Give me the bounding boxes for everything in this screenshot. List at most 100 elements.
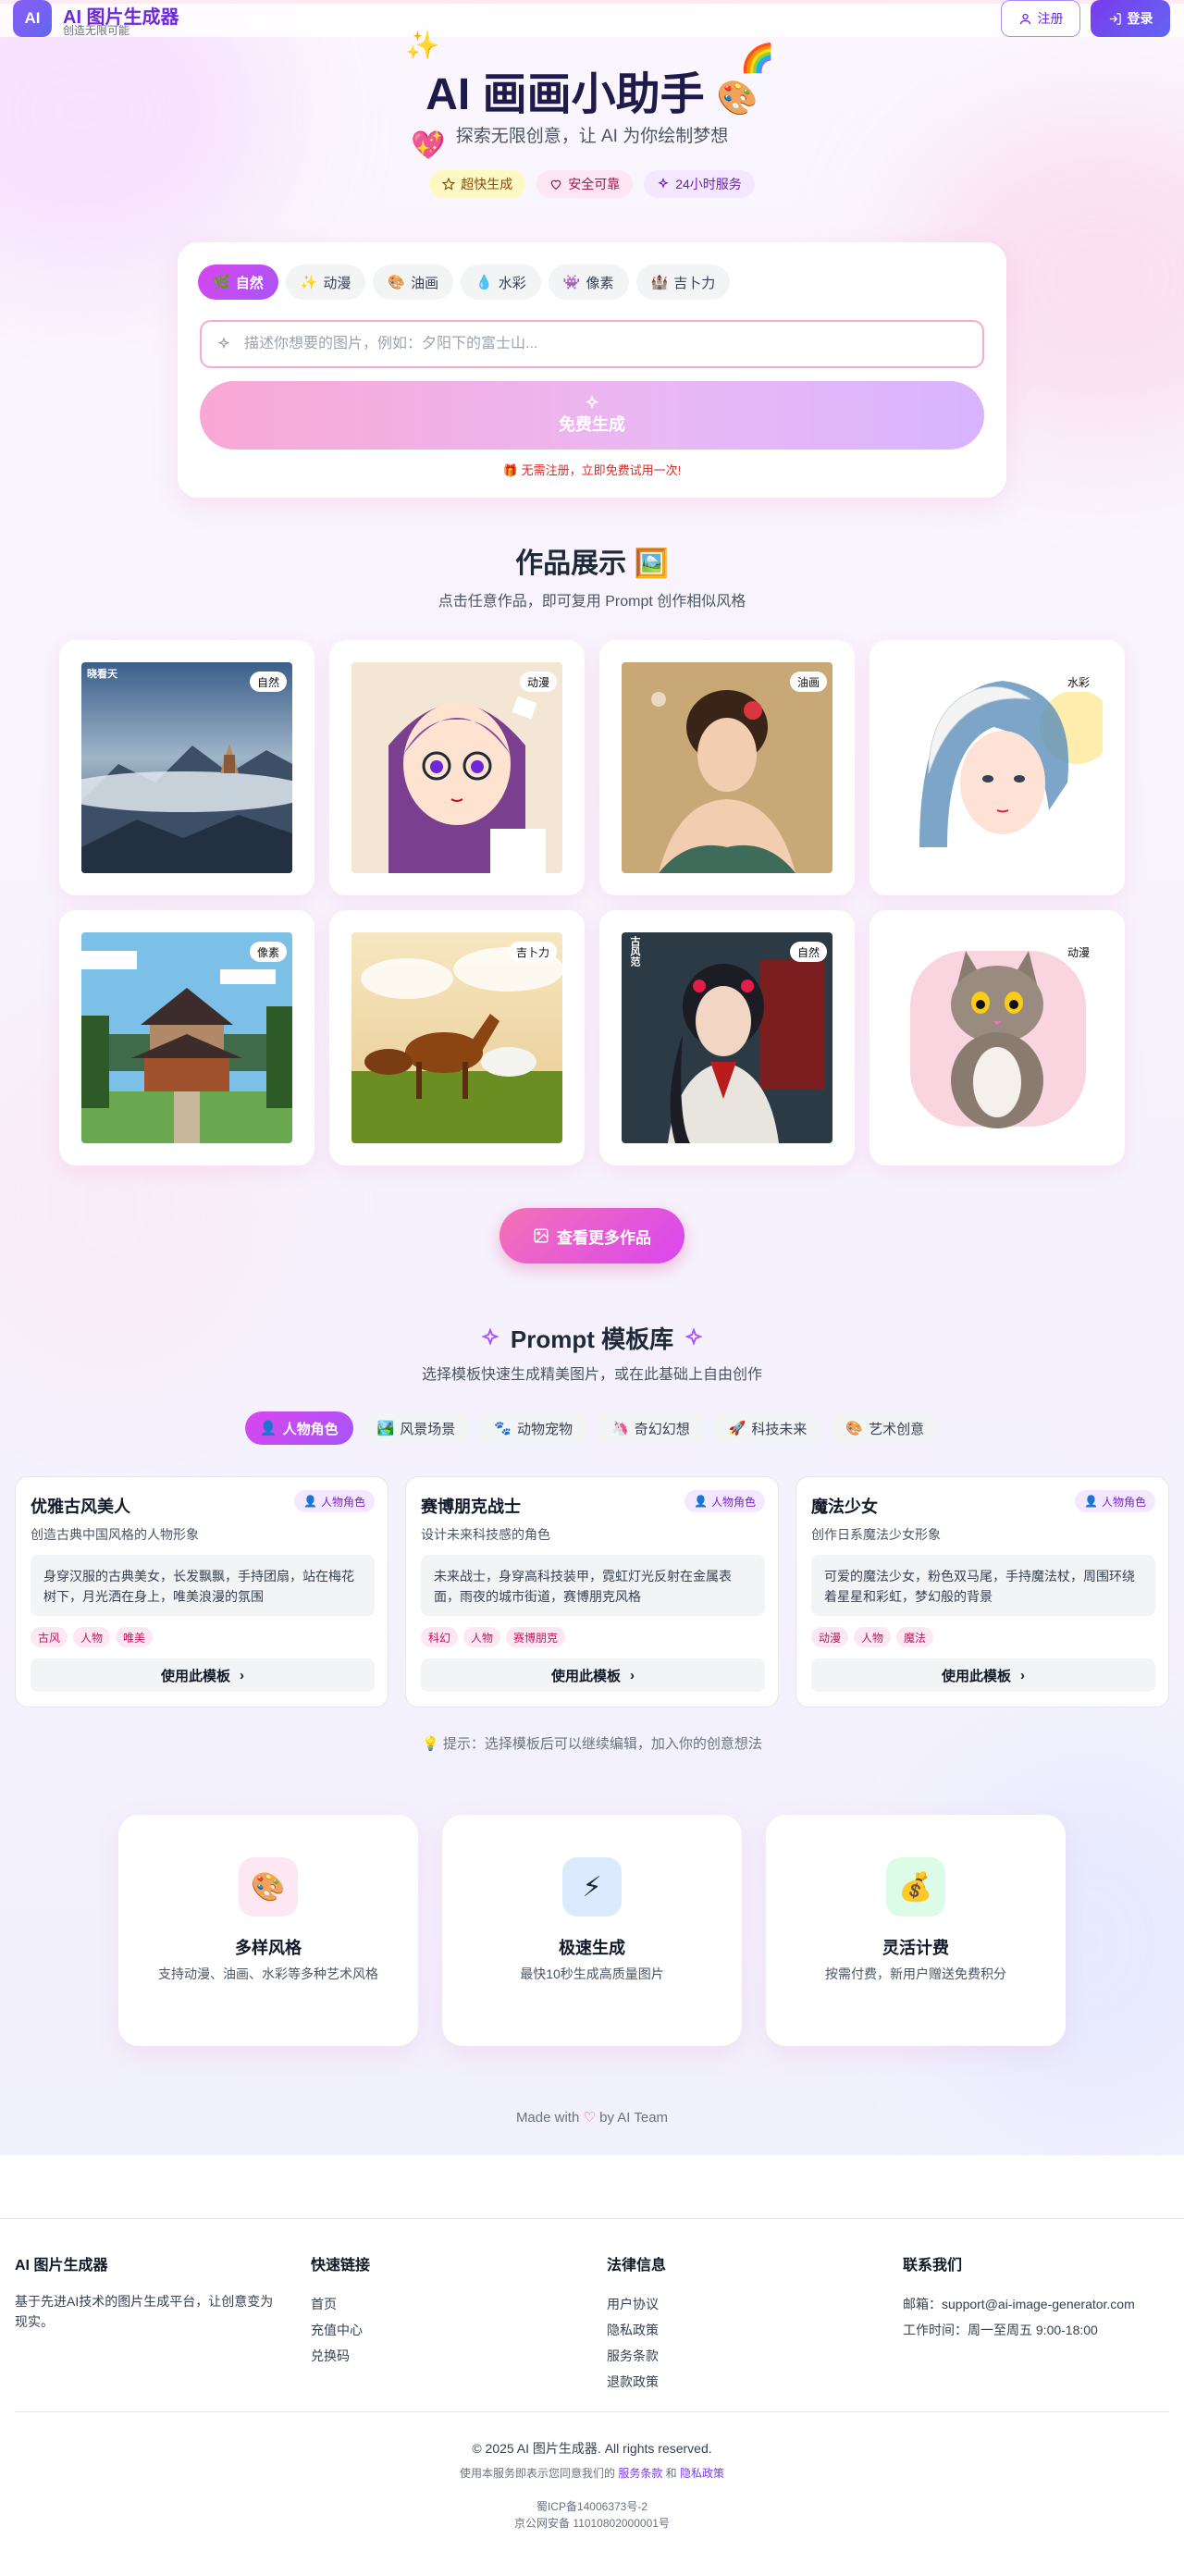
feature-desc: 按需付费，新用户赠送免费积分	[825, 1966, 1006, 1981]
template-tag: 科幻	[421, 1627, 459, 1647]
gallery-item[interactable]: 古风范 自然	[599, 910, 855, 1165]
template-tag: 人物	[463, 1627, 501, 1647]
use-template-button[interactable]: 使用此模板 ›	[811, 1658, 1155, 1692]
login-icon	[1109, 12, 1121, 25]
prompt-box	[200, 320, 984, 368]
style-tag: 吉卜力	[508, 942, 557, 962]
style-natural[interactable]: 🌿 自然	[198, 265, 278, 300]
style-tag: 油画	[789, 672, 827, 692]
footer-quick-title: 快速链接	[311, 2258, 371, 2274]
hero-subtitle: 探索无限创意，让 AI 为你绘制梦想	[455, 127, 729, 146]
gallery-item[interactable]: 油画	[599, 640, 855, 895]
use-template-button[interactable]: 使用此模板 ›	[31, 1658, 375, 1692]
image-icon	[534, 1228, 549, 1243]
police-record[interactable]: 京公网安备 11010802000001号	[0, 2515, 1184, 2531]
template-tags: 古风 人物 唯美	[31, 1627, 154, 1647]
made-with-note: Made with ♡ by AI Team	[515, 2110, 669, 2126]
footer-link-agreement[interactable]: 用户协议	[607, 2291, 666, 2317]
use-template-button[interactable]: 使用此模板 ›	[421, 1658, 765, 1692]
category-scifi[interactable]: 🚀 科技未来	[713, 1411, 822, 1445]
template-tag: 唯美	[116, 1627, 154, 1647]
footer-link-home[interactable]: 首页	[311, 2291, 370, 2317]
feature-card: ⚡ 极速生成 最快10秒生成高质量图片	[442, 1815, 742, 2046]
template-prompt: 未来战士，身穿高科技装甲，霓虹灯光反射在金属表面，雨夜的城市街道，赛博朋克风格	[421, 1555, 765, 1616]
privacy-link[interactable]: 隐私政策	[680, 2467, 724, 2480]
castle-icon: 🏰	[650, 275, 669, 290]
gallery-item[interactable]: 像素	[59, 910, 314, 1165]
template-tags: 科幻 人物 赛博朋克	[421, 1627, 566, 1647]
footer-about-desc: 基于先进AI技术的图片生成平台，让创意变为现实。	[15, 2294, 274, 2329]
category-art[interactable]: 🎨 艺术创意	[831, 1411, 940, 1445]
template-desc: 创造古典中国风格的人物形象	[31, 1527, 199, 1542]
prompt-input[interactable]	[244, 336, 982, 352]
template-tag: 动漫	[811, 1627, 849, 1647]
template-tag: 人物	[854, 1627, 892, 1647]
register-label: 注册	[1037, 11, 1064, 26]
heart-icon	[550, 179, 561, 190]
person-icon: 👤	[1084, 1495, 1098, 1508]
gallery-item[interactable]: 晓看天 自然	[59, 640, 314, 895]
icp-record[interactable]: 蜀ICP备14006373号-2	[0, 2498, 1184, 2514]
logo[interactable]: AI	[13, 0, 52, 37]
money-bag-icon: 💰	[886, 1857, 945, 1917]
footer-link-recharge[interactable]: 充值中心	[311, 2317, 370, 2343]
templates-title: Prompt 模板库	[0, 1321, 1184, 1355]
footer-about-title: AI 图片生成器	[15, 2258, 108, 2274]
generator-card: 🌿自然 ✨动漫 🎨油画 💧水彩 👾像素 🏰吉卜力 免费生成 🎁 无需注册，立即免…	[178, 242, 1006, 498]
lightning-icon: ⚡	[562, 1857, 622, 1917]
category-fantasy[interactable]: 🦄 奇幻幻想	[597, 1411, 705, 1445]
footer-link-privacy[interactable]: 隐私政策	[607, 2317, 666, 2343]
footer-link-terms[interactable]: 服务条款	[607, 2343, 666, 2369]
artwork-stamp: 古风范	[629, 936, 640, 967]
footer-email[interactable]: 邮箱：support@ai-image-generator.com	[903, 2291, 1135, 2317]
generate-button[interactable]: 免费生成	[200, 381, 984, 450]
category-people[interactable]: 👤 人物角色	[244, 1411, 353, 1445]
star-icon	[442, 178, 456, 191]
terms-link[interactable]: 服务条款	[618, 2467, 662, 2480]
feature-desc: 支持动漫、油画、水彩等多种艺术风格	[158, 1966, 378, 1981]
template-desc: 设计未来科技感的角色	[421, 1527, 550, 1542]
gallery-item[interactable]: 水彩	[870, 640, 1125, 895]
register-button[interactable]: 注册	[1001, 0, 1080, 37]
style-pixel[interactable]: 👾 像素	[548, 265, 629, 300]
style-tag: 自然	[249, 672, 287, 692]
template-tags: 动漫 人物 魔法	[811, 1627, 934, 1647]
sparkles-icon	[217, 337, 230, 350]
gallery-item[interactable]: 动漫	[329, 640, 585, 895]
feature-card: 💰 灵活计费 按需付费，新用户赠送免费积分	[766, 1815, 1066, 2046]
footer-hours: 工作时间：周一至周五 9:00-18:00	[903, 2323, 1098, 2337]
footer-link-redeem[interactable]: 兑换码	[311, 2343, 370, 2369]
droplet-icon: 💧	[475, 275, 493, 290]
style-tag: 动漫	[1059, 942, 1097, 962]
style-oil[interactable]: 🎨 油画	[373, 265, 454, 300]
sparkles-icon	[684, 1326, 703, 1346]
leaf-icon: 🌿	[213, 275, 230, 290]
unicorn-icon: 🦄	[611, 1421, 629, 1436]
template-card[interactable]: 魔法少女 👤 人物角色 创作日系魔法少女形象 可爱的魔法少女，粉色双马尾，手持魔法…	[796, 1476, 1169, 1707]
style-anime[interactable]: ✨ 动漫	[285, 265, 366, 300]
style-selector: 🌿 自然 ✨ 动漫 🎨 油画 💧 水彩 👾 像素 🏰 吉卜力	[198, 265, 731, 300]
style-tag: 像素	[249, 942, 287, 962]
artwork-image	[622, 932, 832, 1143]
template-category-badge: 👤 人物角色	[1075, 1490, 1155, 1512]
footer-link-refund[interactable]: 退款政策	[607, 2369, 666, 2395]
login-button[interactable]: 登录	[1091, 0, 1170, 37]
copyright: © 2025 AI 图片生成器. All rights reserved.	[472, 2441, 712, 2456]
style-ghibli[interactable]: 🏰 吉卜力	[635, 265, 731, 300]
category-animals[interactable]: 🐾 动物宠物	[479, 1411, 587, 1445]
paw-icon: 🐾	[494, 1421, 512, 1436]
style-watercolor[interactable]: 💧 水彩	[461, 265, 541, 300]
category-scenery[interactable]: 🏞️ 风景场景	[362, 1411, 471, 1445]
sparkles-icon	[585, 395, 599, 409]
gallery-item[interactable]: 吉卜力	[329, 910, 585, 1165]
style-tag: 水彩	[1059, 672, 1097, 692]
template-card[interactable]: 赛博朋克战士 👤 人物角色 设计未来科技感的角色 未来战士，身穿高科技装甲，霓虹灯…	[405, 1476, 779, 1707]
template-desc: 创作日系魔法少女形象	[811, 1527, 941, 1542]
view-more-button[interactable]: 查看更多作品	[500, 1208, 684, 1263]
template-title: 魔法少女	[811, 1498, 878, 1516]
generate-label: 免费生成	[559, 415, 625, 434]
brand-tagline: 创造无限可能	[63, 24, 130, 37]
template-card[interactable]: 优雅古风美人 👤 人物角色 创造古典中国风格的人物形象 身穿汉服的古典美女，长发飘…	[15, 1476, 388, 1707]
gallery-item[interactable]: 动漫	[870, 910, 1125, 1165]
user-plus-icon	[1019, 13, 1030, 24]
